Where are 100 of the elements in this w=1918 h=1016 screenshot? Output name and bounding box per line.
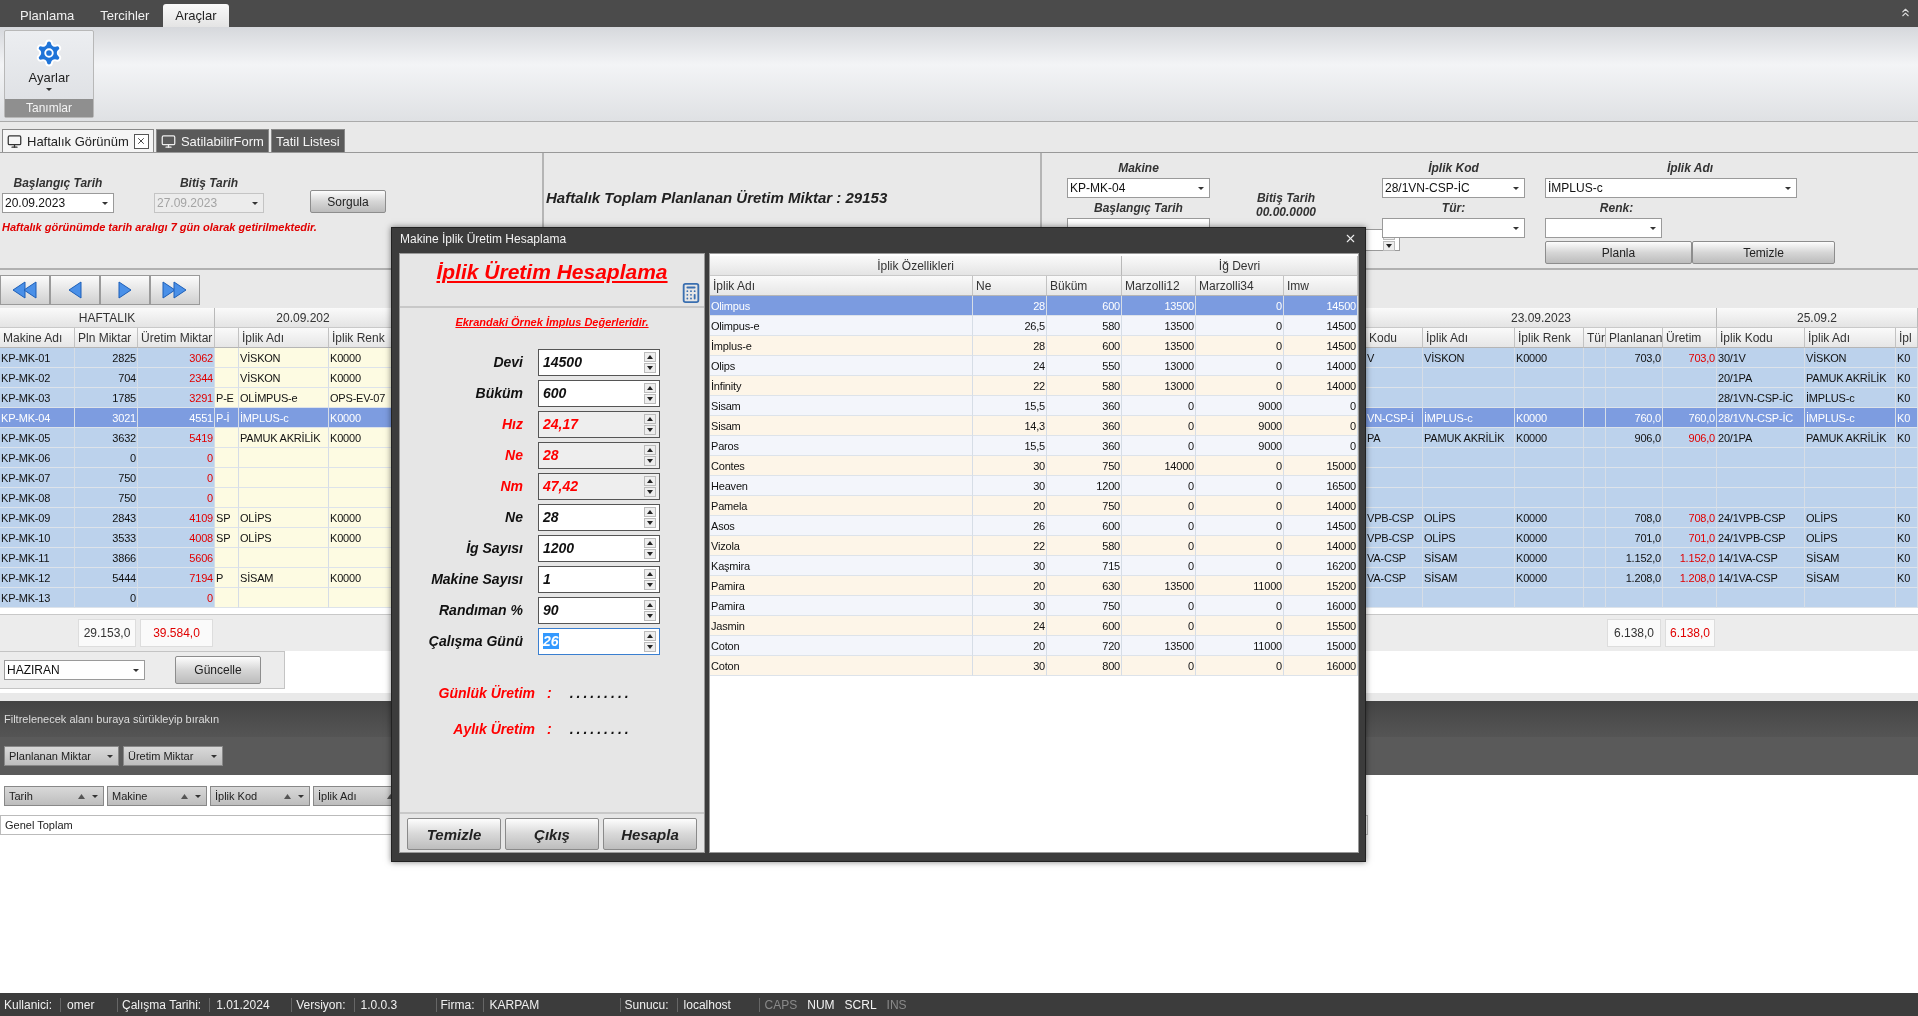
- column-header[interactable]: Tür: [1584, 328, 1606, 348]
- table-cell: 22: [973, 536, 1047, 556]
- column-header[interactable]: İplik Adı: [1423, 328, 1515, 348]
- document-tab[interactable]: Tatil Listesi: [270, 129, 345, 152]
- query-button[interactable]: Sorgula: [310, 190, 386, 213]
- total-value: 6.138,0: [1665, 619, 1715, 647]
- table-cell: 13500: [1122, 576, 1196, 596]
- clear-button[interactable]: Temizle: [1692, 241, 1835, 264]
- collapse-ribbon-icon[interactable]: [1899, 6, 1912, 19]
- table-cell: 600: [1047, 336, 1122, 356]
- spin-arrows-icon[interactable]: [644, 568, 656, 590]
- column-header[interactable]: Marzolli12: [1122, 276, 1196, 296]
- spin-arrows-icon[interactable]: [644, 351, 656, 373]
- row-field-chip[interactable]: Makine: [107, 786, 207, 806]
- table-cell: 0: [1196, 616, 1284, 636]
- column-header[interactable]: İplik Renk: [329, 328, 392, 348]
- close-icon[interactable]: [133, 133, 149, 149]
- column-header[interactable]: Pln Miktar: [75, 328, 138, 348]
- spin-arrows-icon[interactable]: [644, 382, 656, 404]
- column-header[interactable]: İplik Adı: [710, 276, 973, 296]
- column-header[interactable]: Büküm: [1047, 276, 1122, 296]
- number-field[interactable]: 1200: [538, 534, 660, 562]
- plan-button[interactable]: Planla: [1545, 241, 1692, 264]
- calculate-button[interactable]: Hesapla: [603, 818, 697, 850]
- table-cell: İMPLUS-c: [1805, 388, 1896, 408]
- row-field-chip[interactable]: İplik Kod: [210, 786, 310, 806]
- number-field[interactable]: 600: [538, 379, 660, 407]
- field-label: Tür:: [1441, 200, 1466, 217]
- table-cell: 0: [138, 488, 215, 508]
- table-cell: 0: [1122, 496, 1196, 516]
- previous-button[interactable]: [50, 275, 100, 305]
- number-field[interactable]: 14500: [538, 348, 660, 376]
- spin-arrows-icon[interactable]: [644, 537, 656, 559]
- column-header[interactable]: Üretim Miktar: [138, 328, 215, 348]
- table-cell: Pamira: [710, 576, 973, 596]
- left-arrow-icon: [66, 279, 84, 301]
- spin-arrows-icon[interactable]: [644, 506, 656, 528]
- spin-arrows-icon[interactable]: [644, 413, 656, 435]
- field-label: İplik Adı: [1666, 160, 1714, 177]
- table-cell: K0: [1896, 368, 1918, 388]
- month-dropdown[interactable]: HAZIRAN: [4, 660, 145, 680]
- table-cell: 15,5: [973, 436, 1047, 456]
- field-label: Başlangıç Tarih: [1094, 200, 1183, 217]
- table-cell: PAMUK AKRİLİK: [1805, 368, 1896, 388]
- spin-arrows-icon[interactable]: [644, 599, 656, 621]
- column-header[interactable]: Imw: [1284, 276, 1358, 296]
- menu-tab[interactable]: Planlama: [8, 4, 87, 27]
- table-cell: 15,5: [973, 396, 1047, 416]
- table-cell: 1.152,0: [1663, 548, 1717, 568]
- update-button[interactable]: Güncelle: [175, 656, 261, 684]
- column-group-header: 25.09.2: [1717, 308, 1918, 328]
- date-dropdown[interactable]: 20.09.2023: [2, 193, 114, 213]
- column-header[interactable]: Planlanan: [1606, 328, 1663, 348]
- data-field-chip[interactable]: Üretim Miktar: [123, 746, 223, 766]
- yarn-code-dropdown[interactable]: 28/1VN-CSP-İC: [1382, 178, 1525, 198]
- table-cell: VA-CSP: [1366, 548, 1423, 568]
- column-header[interactable]: İplik Kodu: [1717, 328, 1805, 348]
- caret-icon: [297, 793, 305, 799]
- yarn-name-dropdown[interactable]: İMPLUS-c: [1545, 178, 1797, 198]
- column-header[interactable]: İplik Renk: [1515, 328, 1584, 348]
- field-label: Randıman %: [438, 602, 524, 618]
- table-cell: K0000: [1515, 348, 1584, 368]
- clear-button[interactable]: Temizle: [407, 818, 501, 850]
- column-header[interactable]: Ne: [973, 276, 1047, 296]
- machine-dropdown[interactable]: KP-MK-04: [1067, 178, 1210, 198]
- spin-arrows-icon[interactable]: [644, 475, 656, 497]
- table-cell: K0: [1896, 548, 1918, 568]
- table-cell: 13500: [1122, 316, 1196, 336]
- table-cell: 750: [75, 468, 138, 488]
- spin-arrows-icon[interactable]: [644, 630, 656, 652]
- first-button[interactable]: [0, 275, 50, 305]
- table-cell: SİSAM: [1805, 548, 1896, 568]
- data-field-chip[interactable]: Planlanan Miktar: [4, 746, 119, 766]
- color-dropdown[interactable]: [1545, 218, 1662, 238]
- column-header[interactable]: Üretim: [1663, 328, 1717, 348]
- number-field[interactable]: 1: [538, 565, 660, 593]
- table-cell: 704: [75, 368, 138, 388]
- last-button[interactable]: [150, 275, 200, 305]
- settings-button[interactable]: Ayarlar: [5, 31, 93, 99]
- column-header[interactable]: İpl: [1896, 328, 1918, 348]
- table-cell: 14000: [1122, 456, 1196, 476]
- spin-arrows-icon[interactable]: [644, 444, 656, 466]
- column-group-header: HAFTALIK: [0, 308, 215, 328]
- number-field[interactable]: 28: [538, 503, 660, 531]
- column-header[interactable]: Makine Adı: [0, 328, 75, 348]
- row-field-chip[interactable]: Tarih: [4, 786, 104, 806]
- number-field[interactable]: 90: [538, 596, 660, 624]
- column-header[interactable]: İplik Adı: [239, 328, 329, 348]
- column-header[interactable]: İplik Adı: [1805, 328, 1896, 348]
- next-button[interactable]: [100, 275, 150, 305]
- column-header[interactable]: Marzolli34: [1196, 276, 1284, 296]
- menu-tab[interactable]: Tercihler: [88, 4, 162, 27]
- close-icon[interactable]: [1344, 232, 1357, 245]
- document-tab[interactable]: SatilabilirForm: [155, 129, 269, 152]
- column-header[interactable]: Kodu: [1366, 328, 1423, 348]
- column-group-header: 23.09.2023: [1366, 308, 1717, 328]
- document-tab[interactable]: Haftalık Görünüm: [2, 129, 154, 152]
- exit-button[interactable]: Çıkış: [505, 818, 599, 850]
- table-cell: KP-MK-11: [0, 548, 75, 568]
- menu-tab[interactable]: Araçlar: [163, 4, 229, 27]
